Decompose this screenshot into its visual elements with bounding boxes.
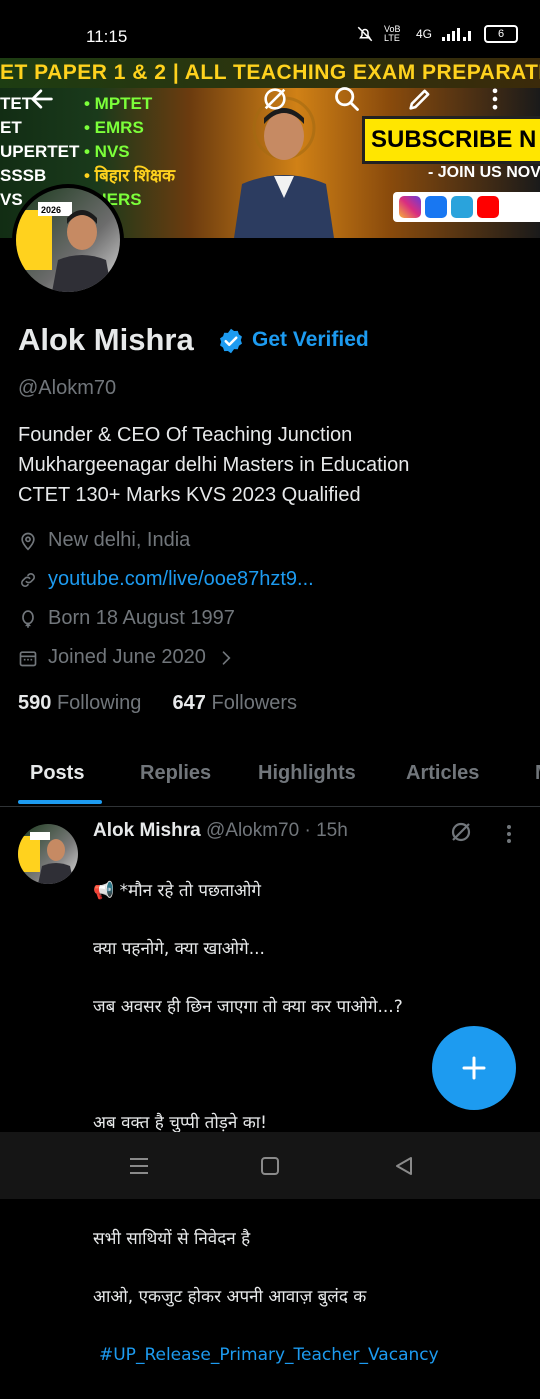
post-avatar[interactable]	[18, 824, 78, 884]
signal-icon	[442, 28, 471, 41]
bio-line: Mukhargeenagar delhi Masters in Educatio…	[18, 454, 410, 476]
following-label: Following	[56, 692, 142, 714]
system-nav-bar	[0, 1132, 540, 1199]
post-author-name[interactable]: Alok Mishra	[93, 820, 201, 841]
youtube-icon	[477, 196, 499, 218]
post-text: 📢 *मौन रहे तो पछताओगे क्या पहनोगे, क्या …	[93, 848, 513, 1399]
post-header: Alok Mishra @Alokm70 · 15h	[93, 820, 348, 842]
birthday-row: Born 18 August 1997	[18, 607, 235, 630]
tab-replies[interactable]: Replies	[140, 762, 211, 785]
post-author-handle[interactable]: @Alokm70	[206, 820, 299, 841]
bio-line: CTET 130+ Marks KVS 2023 Qualified	[18, 484, 361, 506]
pencil-icon	[409, 89, 430, 110]
search-button[interactable]	[325, 77, 369, 121]
grok-button[interactable]	[253, 77, 297, 121]
recents-menu-icon[interactable]	[128, 1156, 150, 1176]
battery-level: 6	[497, 28, 505, 40]
joined-row[interactable]: Joined June 2020	[18, 646, 236, 669]
post-hashtag[interactable]: #UP_Release_Primary_Teacher_Vacancy	[93, 1341, 513, 1370]
post-time: · 15h	[304, 820, 348, 841]
banner-right-item: • बिहार शिक्षक	[84, 166, 176, 185]
clock: 11:15	[86, 27, 128, 46]
bio-line: Founder & CEO Of Teaching Junction	[18, 424, 353, 446]
facebook-icon	[425, 196, 447, 218]
balloon-icon	[22, 609, 34, 628]
born-text: Born 18 August 1997	[48, 607, 235, 629]
profile-tabs: Posts Replies Highlights Articles M	[0, 750, 540, 807]
profile-bio: Founder & CEO Of Teaching Junction Mukha…	[18, 420, 518, 510]
profile-avatar[interactable]: 2026	[16, 188, 120, 292]
grok-icon	[264, 88, 286, 110]
battery-icon: 6	[484, 25, 518, 43]
get-verified-link[interactable]: Get Verified	[252, 328, 369, 352]
home-square-icon[interactable]	[260, 1156, 280, 1176]
post-avatar-image	[18, 832, 74, 884]
signal-label: 4G	[415, 27, 432, 41]
status-bar: 11:15 VoB LTE 4G 6	[0, 0, 540, 60]
following-count: 590	[18, 692, 52, 714]
more-vertical-icon	[492, 88, 498, 110]
banner-join: - JOIN US NOV	[428, 164, 540, 181]
mute-bell-icon	[357, 26, 373, 42]
back-button[interactable]	[20, 77, 64, 121]
profile-name: Alok Mishra	[18, 322, 194, 357]
follow-stats: 590 Following 647 Followers	[18, 692, 297, 715]
banner-subscribe: SUBSCRIBE N	[362, 116, 540, 164]
post-line: जब अवसर ही छिन जाएगा तो क्या कर पाओगे...…	[93, 997, 403, 1017]
following-link[interactable]: 590 Following	[18, 692, 141, 714]
banner-left-item: UPERTET	[0, 142, 80, 161]
status-icons: VoB LTE 4G 6	[356, 25, 518, 43]
post-line: 📢 *मौन रहे तो पछताओगे	[93, 881, 261, 901]
instagram-icon	[399, 196, 421, 218]
tab-posts[interactable]: Posts	[30, 762, 84, 785]
joined-text: Joined June 2020	[48, 646, 206, 668]
search-icon	[335, 87, 359, 111]
active-tab-indicator	[18, 800, 102, 804]
verified-badge-icon	[220, 328, 242, 354]
avatar-image: 2026	[16, 202, 112, 292]
location-text: New delhi, India	[48, 529, 191, 551]
banner-right-item: • NVS	[84, 142, 130, 161]
profile-link[interactable]: youtube.com/live/ooe87hzt9...	[48, 568, 314, 591]
link-icon	[21, 572, 35, 587]
location-row: New delhi, India	[18, 529, 190, 552]
link-row[interactable]: youtube.com/live/ooe87hzt9...	[18, 568, 314, 591]
post-line: सभी साथियों से निवेदन है	[93, 1229, 251, 1249]
more-button[interactable]	[473, 77, 517, 121]
banner-right-item: • MPTET	[84, 94, 153, 113]
followers-link[interactable]: 647 Followers	[173, 692, 298, 714]
tab-media[interactable]: M	[535, 762, 540, 785]
post-line: आओ, एकजुट होकर अपनी आवाज़ बुलंद क	[93, 1287, 367, 1307]
post-line: क्या पहनोगे, क्या खाओगे...	[93, 939, 265, 959]
followers-label: Followers	[211, 692, 298, 714]
calendar-icon	[19, 650, 37, 666]
avatar-year: 2026	[41, 205, 61, 215]
profile-handle: @Alokm70	[18, 377, 117, 399]
network-label: VoB LTE	[383, 24, 401, 43]
banner-social-icons	[393, 192, 540, 222]
chevron-right-icon	[222, 650, 231, 665]
back-triangle-icon[interactable]	[394, 1156, 414, 1176]
plus-icon	[462, 1056, 486, 1080]
followers-count: 647	[172, 692, 206, 714]
location-pin-icon	[21, 532, 35, 551]
telegram-icon	[451, 196, 473, 218]
grok-icon[interactable]	[449, 820, 473, 844]
tab-articles[interactable]: Articles	[406, 762, 479, 785]
banner-right-item: • EMRS	[84, 118, 144, 137]
post-more-icon[interactable]	[498, 822, 520, 846]
tab-highlights[interactable]: Highlights	[258, 762, 356, 785]
arrow-left-icon	[31, 89, 53, 109]
compose-button[interactable]	[432, 1026, 516, 1110]
edit-button[interactable]	[398, 77, 442, 121]
